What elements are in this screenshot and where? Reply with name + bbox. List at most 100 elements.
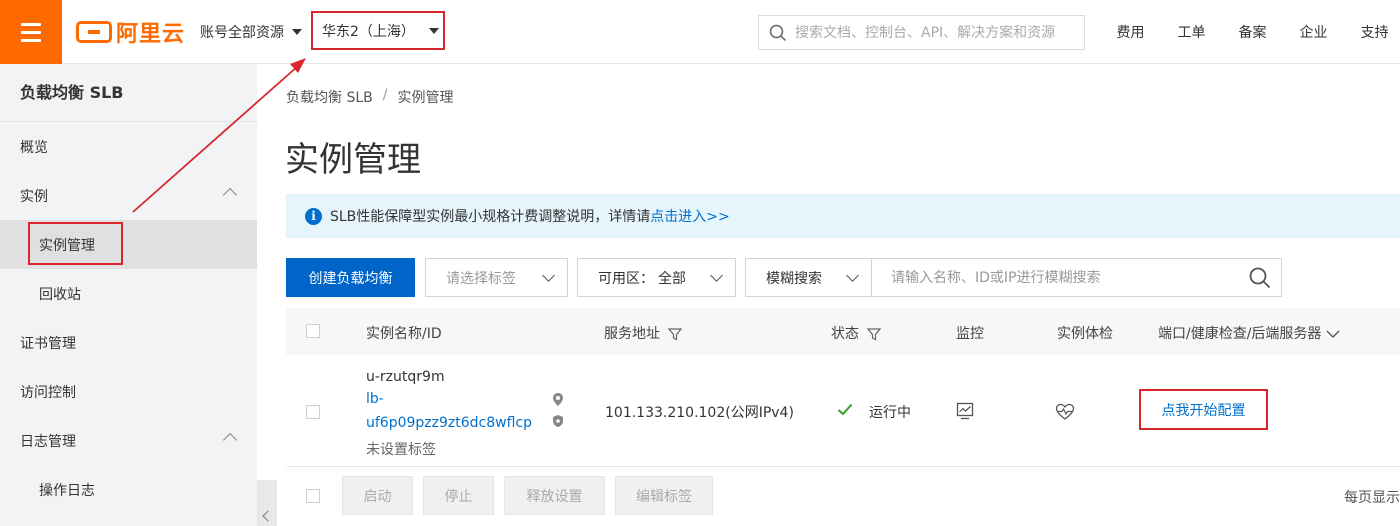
instance-search	[871, 258, 1282, 297]
breadcrumb-separator: /	[382, 87, 388, 103]
col-ports-label: 端口/健康检查/后端服务器	[1158, 326, 1322, 342]
annotation-highlight-box	[28, 222, 123, 265]
breadcrumb-root[interactable]: 负载均衡 SLB	[286, 87, 373, 107]
top-nav: 费用 工单 备案 企业 支持	[1100, 22, 1400, 42]
search-icon[interactable]	[1249, 267, 1271, 289]
global-search[interactable]	[758, 15, 1085, 50]
global-search-input[interactable]	[795, 24, 1075, 41]
info-icon: i	[305, 207, 322, 225]
sidebar-item-access-control[interactable]: 访问控制	[0, 367, 257, 416]
sidebar-item-overview[interactable]: 概览	[0, 122, 257, 171]
nav-support[interactable]: 支持	[1344, 22, 1400, 42]
col-name-header: 实例名称/ID	[366, 326, 442, 342]
col-address-label: 服务地址	[604, 326, 660, 342]
search-icon	[769, 24, 787, 41]
sidebar-item-label: 操作日志	[39, 482, 95, 499]
per-page-label: 每页显示	[1344, 490, 1400, 506]
sidebar: 负载均衡 SLB 概览 实例 实例管理 回收站 证书管理 访问控制 日志管理 操…	[0, 64, 257, 526]
col-status-header[interactable]: 状态	[831, 323, 882, 343]
col-ports-header[interactable]: 端口/健康检查/后端服务器	[1158, 323, 1340, 343]
notice-banner: i SLB性能保障型实例最小规格计费调整说明，详情请点击进入>>	[286, 194, 1400, 238]
shield-icon[interactable]	[552, 414, 564, 428]
account-resources-select[interactable]: 账号全部资源	[200, 22, 302, 42]
menu-icon-line	[21, 38, 41, 42]
region-select[interactable]: 华东2（上海）	[311, 11, 445, 50]
sidebar-item-label: 回收站	[39, 286, 81, 303]
col-status-label: 状态	[831, 326, 859, 342]
caret-down-icon	[428, 27, 439, 34]
sidebar-item-recycle-bin[interactable]: 回收站	[0, 269, 257, 318]
stop-button[interactable]: 停止	[423, 476, 494, 515]
chevron-down-icon	[710, 269, 723, 282]
breadcrumb: 负载均衡 SLB / 实例管理	[286, 87, 453, 107]
instance-id-line1[interactable]: lb-	[366, 391, 384, 407]
page-title: 实例管理	[285, 140, 421, 180]
service-address: 101.133.210.102(公网IPv4)	[605, 405, 794, 421]
instance-search-input[interactable]	[891, 269, 1231, 286]
tag-select[interactable]: 请选择标签	[425, 258, 568, 297]
start-config-link[interactable]: 点我开始配置	[1139, 389, 1268, 430]
col-address-header[interactable]: 服务地址	[604, 323, 683, 343]
notice-link[interactable]: 点击进入>>	[650, 209, 729, 225]
sidebar-item-label: 实例	[20, 188, 48, 205]
chevron-down-icon	[846, 269, 859, 282]
notice-text: SLB性能保障型实例最小规格计费调整说明，详情请	[330, 209, 651, 225]
menu-icon-line	[21, 22, 41, 26]
create-slb-button[interactable]: 创建负载均衡	[286, 258, 415, 297]
main-content: 负载均衡 SLB / 实例管理 实例管理 i SLB性能保障型实例最小规格计费调…	[257, 64, 1400, 526]
instance-tag-status: 未设置标签	[366, 442, 436, 458]
filter-icon[interactable]	[867, 327, 882, 341]
zone-select-value: 全部	[658, 270, 686, 287]
monitor-icon[interactable]	[956, 402, 974, 420]
health-check-icon[interactable]	[1055, 403, 1075, 421]
release-settings-button[interactable]: 释放设置	[504, 476, 605, 515]
col-monitor-header: 监控	[956, 326, 984, 342]
zone-select[interactable]: 可用区： 全部	[577, 258, 736, 297]
sidebar-group-instances[interactable]: 实例	[0, 171, 257, 220]
nav-icp[interactable]: 备案	[1222, 22, 1283, 42]
table-footer: 启动 停止 释放设置 编辑标签 每页显示	[286, 476, 1400, 516]
aliyun-logo-icon	[76, 21, 112, 43]
sidebar-item-label: 概览	[20, 139, 48, 156]
logo-text: 阿里云	[116, 22, 186, 47]
location-pin-icon[interactable]	[552, 392, 564, 407]
edit-tags-button[interactable]: 编辑标签	[615, 476, 713, 515]
chevron-up-icon	[222, 187, 238, 203]
search-mode-select[interactable]: 模糊搜索	[745, 258, 872, 297]
instance-id-line2[interactable]: uf6p09pzz9zt6dc8wflcp	[366, 415, 532, 431]
account-select-label: 账号全部资源	[200, 25, 284, 41]
row-checkbox[interactable]	[306, 405, 320, 419]
chevron-down-icon	[542, 269, 555, 282]
sidebar-item-label: 证书管理	[20, 335, 76, 352]
sidebar-item-operation-logs[interactable]: 操作日志	[0, 465, 257, 514]
chevron-down-icon	[1326, 330, 1340, 338]
nav-billing[interactable]: 费用	[1100, 22, 1161, 42]
aliyun-logo[interactable]: 阿里云	[76, 17, 185, 47]
sidebar-item-label: 访问控制	[20, 384, 76, 401]
top-bar: 阿里云 账号全部资源 华东2（上海） 费用 工单 备案 企业 支持	[0, 0, 1400, 64]
sidebar-item-label: 日志管理	[20, 433, 76, 450]
instance-table: 实例名称/ID 服务地址 状态 监控 实例体检 端口/健康检查/后端服务器 u-…	[286, 308, 1400, 467]
start-button[interactable]: 启动	[342, 476, 413, 515]
caret-down-icon	[292, 29, 302, 35]
breadcrumb-current: 实例管理	[397, 90, 454, 106]
region-select-label: 华东2（上海）	[322, 23, 415, 40]
select-all-checkbox[interactable]	[306, 324, 320, 338]
footer-select-all-checkbox[interactable]	[306, 489, 320, 503]
menu-icon-line	[21, 30, 41, 34]
zone-select-label: 可用区：	[598, 270, 654, 287]
search-mode-label: 模糊搜索	[766, 270, 822, 287]
sidebar-item-certificates[interactable]: 证书管理	[0, 318, 257, 367]
col-health-header: 实例体检	[1057, 326, 1113, 342]
nav-enterprise[interactable]: 企业	[1283, 22, 1344, 42]
nav-tickets[interactable]: 工单	[1161, 22, 1222, 42]
instance-status: 运行中	[869, 405, 911, 421]
sidebar-title: 负载均衡 SLB	[0, 64, 257, 122]
instance-name[interactable]: u-rzutqr9m	[366, 369, 445, 385]
tag-select-placeholder: 请选择标签	[446, 270, 516, 287]
chevron-up-icon	[222, 432, 238, 448]
hamburger-menu-button[interactable]	[0, 0, 62, 64]
check-icon	[837, 403, 853, 416]
filter-icon[interactable]	[668, 327, 683, 341]
sidebar-group-logs[interactable]: 日志管理	[0, 416, 257, 465]
